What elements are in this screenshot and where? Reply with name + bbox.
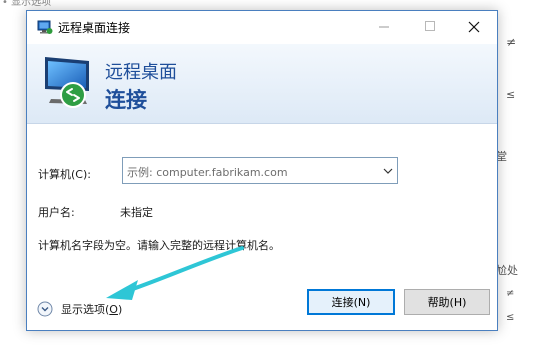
computer-combobox[interactable]: 示例: computer.fabrikam.com [122,157,398,184]
show-options-toggle[interactable]: 显示选项(O) [37,300,122,318]
dialog-banner: 远程桌面 连接 [27,44,497,124]
background-text-fragment: ≠ [506,35,517,49]
show-options-label[interactable]: 显示选项(O) [61,301,122,317]
chevron-down-icon[interactable] [382,165,394,177]
username-value: 未指定 [120,206,153,219]
background-text-fragment: • 显示选项 [2,0,52,8]
banner-title: 连接 [105,88,147,112]
title-bar[interactable]: 远程桌面连接 [27,11,497,44]
banner-subtitle: 远程桌面 [105,62,177,83]
maximize-icon [424,21,435,31]
help-button[interactable]: 帮助(H) [404,289,490,315]
background-text-fragment: ≠ [506,288,515,299]
close-icon [468,21,480,32]
remote-desktop-app-icon [37,20,53,34]
minimize-button[interactable] [361,11,407,42]
remote-monitor-icon [45,57,89,108]
validation-message: 计算机名字段为空。请输入完整的远程计算机名。 [38,239,280,252]
connect-button[interactable]: 连接(N) [307,289,395,315]
background-text-fragment: ≤ [506,312,515,323]
close-button[interactable] [451,11,497,42]
expand-options-icon[interactable] [37,301,53,317]
maximize-button[interactable] [407,11,453,42]
computer-label: 计算机(C): [38,168,91,181]
background-text-fragment: ≤ [506,88,516,101]
background-text-fragment: 尬处 [496,264,518,277]
computer-input-placeholder[interactable]: 示例: computer.fabrikam.com [127,164,288,180]
username-label: 用户名: [38,206,75,219]
window-title: 远程桌面连接 [58,21,131,35]
remote-desktop-dialog: 远程桌面连接 远程桌面 连接 计算机(C): 示例: computer.fabr… [26,10,498,331]
minimize-icon [378,26,389,28]
